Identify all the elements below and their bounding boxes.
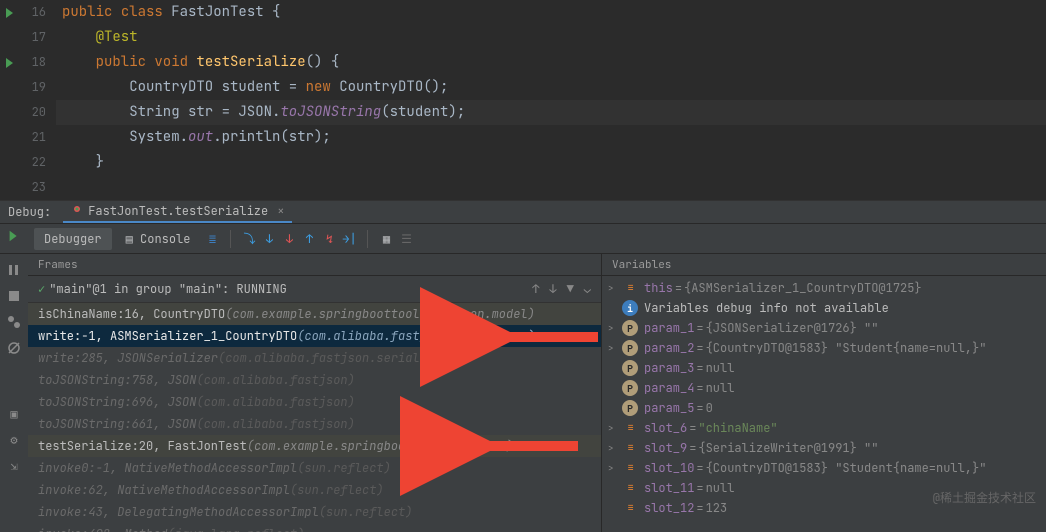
var-badge-icon: P xyxy=(622,340,638,356)
stack-frame[interactable]: isChinaName:16, CountryDTO (com.example.… xyxy=(28,303,601,325)
stack-frame[interactable]: toJSONString:696, JSON (com.alibaba.fast… xyxy=(28,391,601,413)
expand-icon[interactable]: > xyxy=(608,442,620,454)
step-out-icon[interactable]: ↑ xyxy=(301,231,317,247)
variable-row[interactable]: Pparam_3 = null xyxy=(602,358,1046,378)
stack-frame[interactable]: invoke:62, NativeMethodAccessorImpl (sun… xyxy=(28,479,601,501)
variables-list[interactable]: >≡this = {ASMSerializer_1_CountryDTO@172… xyxy=(602,276,1046,520)
layout-icon[interactable]: ▣ xyxy=(6,406,22,422)
pin-icon[interactable]: ⇲ xyxy=(6,458,22,474)
variable-row[interactable]: >Pparam_2 = {CountryDTO@1583} "Student{n… xyxy=(602,338,1046,358)
frames-list[interactable]: isChinaName:16, CountryDTO (com.example.… xyxy=(28,303,601,532)
view-breakpoints-icon[interactable] xyxy=(6,314,22,330)
step-over-icon[interactable]: ⤵ xyxy=(241,231,257,247)
separator xyxy=(367,230,368,248)
var-badge-icon: ≡ xyxy=(622,480,638,496)
debug-label: Debug: xyxy=(8,204,51,220)
mute-breakpoints-icon[interactable] xyxy=(6,340,22,356)
separator xyxy=(230,230,231,248)
gutter-marks xyxy=(0,0,18,200)
console-tab[interactable]: ▤ Console xyxy=(116,228,201,250)
chevron-down-icon[interactable]: ⌄ xyxy=(584,281,591,297)
expand-icon[interactable]: > xyxy=(608,282,620,294)
frames-panel: Frames ✓"main"@1 in group "main": RUNNIN… xyxy=(28,254,602,532)
stack-frame[interactable]: toJSONString:661, JSON (com.alibaba.fast… xyxy=(28,413,601,435)
var-badge-icon: i xyxy=(622,300,638,316)
variable-row[interactable]: >≡this = {ASMSerializer_1_CountryDTO@172… xyxy=(602,278,1046,298)
stack-frame[interactable]: toJSONString:758, JSON (com.alibaba.fast… xyxy=(28,369,601,391)
var-badge-icon: ≡ xyxy=(622,460,638,476)
thread-selector[interactable]: ✓"main"@1 in group "main": RUNNING ↑ ↓ ▼… xyxy=(28,276,601,303)
expand-icon[interactable]: > xyxy=(608,322,620,334)
var-badge-icon: ≡ xyxy=(622,440,638,456)
run-gutter-icon[interactable] xyxy=(6,58,13,68)
variable-row[interactable]: >≡slot_10 = {CountryDTO@1583} "Student{n… xyxy=(602,458,1046,478)
var-badge-icon: P xyxy=(622,400,638,416)
frames-header: Frames xyxy=(28,254,601,276)
trace-icon[interactable]: ☰ xyxy=(398,231,414,247)
variable-row[interactable]: Pparam_5 = 0 xyxy=(602,398,1046,418)
check-icon: ✓ xyxy=(38,281,45,297)
threads-icon[interactable]: ≣ xyxy=(204,231,220,247)
debug-tab-label: FastJonTest.testSerialize xyxy=(88,203,268,219)
var-badge-icon: ≡ xyxy=(622,280,638,296)
debug-toolwindow-bar: Debug: FastJonTest.testSerialize × xyxy=(0,200,1046,224)
stack-frame[interactable]: invoke:43, DelegatingMethodAccessorImpl … xyxy=(28,501,601,523)
var-badge-icon: P xyxy=(622,380,638,396)
bug-icon xyxy=(71,203,83,219)
variable-row[interactable]: >≡slot_9 = {SerializeWriter@1991} "" xyxy=(602,438,1046,458)
stack-frame[interactable]: write:285, JSONSerializer (com.alibaba.f… xyxy=(28,347,601,369)
settings-icon[interactable]: ⚙ xyxy=(6,432,22,448)
watermark: @稀土掘金技术社区 xyxy=(933,489,1036,506)
run-to-cursor-icon[interactable]: →| xyxy=(341,231,357,247)
debug-session-tab[interactable]: FastJonTest.testSerialize × xyxy=(63,201,292,223)
step-into-icon[interactable]: ↓ xyxy=(261,231,277,247)
variable-row[interactable]: >≡slot_6 = "chinaName" xyxy=(602,418,1046,438)
drop-frame-icon[interactable]: ↯ xyxy=(321,231,337,247)
left-rail: ▣ ⚙ ⇲ xyxy=(0,254,28,532)
stack-frame[interactable]: write:-1, ASMSerializer_1_CountryDTO (co… xyxy=(28,325,601,347)
stack-frame[interactable]: testSerialize:20, FastJonTest (com.examp… xyxy=(28,435,601,457)
debugger-tab[interactable]: Debugger xyxy=(34,228,112,250)
var-badge-icon: ≡ xyxy=(622,500,638,516)
variable-row[interactable]: Pparam_4 = null xyxy=(602,378,1046,398)
variable-row[interactable]: iVariables debug info not available xyxy=(602,298,1046,318)
expand-icon[interactable]: > xyxy=(608,342,620,354)
expand-icon[interactable]: > xyxy=(608,422,620,434)
stack-frame[interactable]: invoke:498, Method (java.lang.reflect) xyxy=(28,523,601,532)
run-gutter-icon[interactable] xyxy=(6,8,13,18)
stack-frame[interactable]: invoke0:-1, NativeMethodAccessorImpl (su… xyxy=(28,457,601,479)
code-editor[interactable]: 1617181920212223 public class FastJonTes… xyxy=(0,0,1046,200)
next-frame-icon[interactable]: ↓ xyxy=(549,281,556,297)
debug-toolbar: Debugger ▤ Console ≣ ⤵ ↓ ↓ ↑ ↯ →| ▦ ☰ xyxy=(0,224,1046,254)
code-area[interactable]: public class FastJonTest { @Test public … xyxy=(56,0,1046,200)
stop-icon[interactable] xyxy=(6,288,22,304)
resume-icon[interactable] xyxy=(6,262,22,278)
close-icon[interactable]: × xyxy=(277,203,284,219)
var-badge-icon: P xyxy=(622,320,638,336)
debug-panels: ▣ ⚙ ⇲ Frames ✓"main"@1 in group "main": … xyxy=(0,254,1046,532)
variables-header: Variables xyxy=(602,254,1046,276)
force-step-into-icon[interactable]: ↓ xyxy=(281,231,297,247)
expand-icon[interactable]: > xyxy=(608,462,620,474)
side-tool-column xyxy=(0,224,28,253)
var-badge-icon: ≡ xyxy=(622,420,638,436)
filter-icon[interactable]: ▼ xyxy=(567,281,574,297)
evaluate-icon[interactable]: ▦ xyxy=(378,231,394,247)
rerun-icon[interactable] xyxy=(6,228,22,244)
variable-row[interactable]: >Pparam_1 = {JSONSerializer@1726} "" xyxy=(602,318,1046,338)
var-badge-icon: P xyxy=(622,360,638,376)
line-number-gutter: 1617181920212223 xyxy=(18,0,56,200)
prev-frame-icon[interactable]: ↑ xyxy=(532,281,539,297)
